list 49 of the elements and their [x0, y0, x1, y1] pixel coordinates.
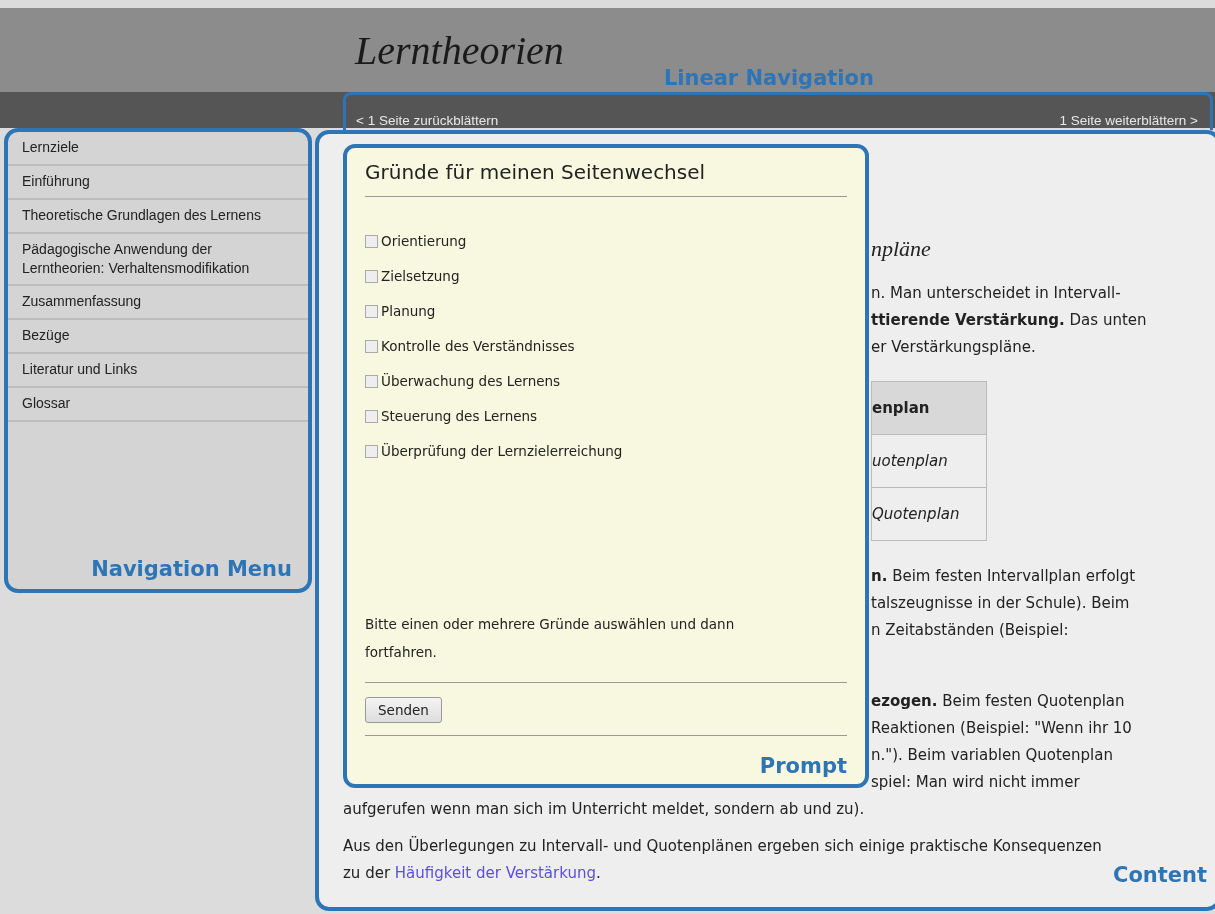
text-link[interactable]: Häufigkeit der Verstärkung: [394, 864, 596, 882]
menu-item[interactable]: Zusammenfassung: [8, 286, 308, 321]
checkbox-label: Planung: [381, 303, 436, 319]
previous-page-link[interactable]: < 1 Seite zurückblättern: [356, 113, 499, 128]
checkbox-label: Zielsetzung: [381, 268, 460, 284]
prompt-hint: Bitte einen oder mehrere Gründe auswählen und dann fortfahren.: [365, 615, 736, 662]
menu-item[interactable]: Bezüge: [8, 320, 308, 355]
checkbox-label: Kontrolle des Verständnisses: [381, 338, 575, 354]
text-line: ezogen. Beim festen Quotenplan: [871, 691, 1126, 712]
page-title: Lerntheorien: [355, 27, 564, 74]
text-line: aufgerufen wenn man sich im Unterricht meldet, sondern ab und zu).: [343, 799, 866, 820]
text-line: Reaktionen (Beispiel: "Wenn ihr 10: [871, 718, 1133, 739]
table-header-cell: enplan: [871, 381, 987, 435]
checkbox[interactable]: [365, 269, 378, 283]
next-page-link[interactable]: 1 Seite weiterblättern >: [1059, 113, 1198, 128]
annotation-label: Prompt: [759, 754, 847, 778]
menu-item[interactable]: Literatur und Links: [8, 354, 308, 389]
checkbox-label: Orientierung: [381, 233, 467, 249]
checkbox[interactable]: [365, 444, 378, 458]
text-line: n Zeitabständen (Beispiel:: [871, 620, 1070, 641]
text-line: talszeugnisse in der Schule). Beim: [871, 593, 1131, 614]
paragraph: Aus den Überlegungen zu Intervall- und Quotenplänen ergeben sich einige praktische Konsequenzen zu der Häufigkeit der Verstärkung.: [343, 835, 1103, 884]
checkbox[interactable]: [365, 409, 378, 423]
annotation-label: Linear Navigation: [663, 66, 874, 90]
menu-item[interactable]: Theoretische Grundlagen des Lernens: [8, 199, 308, 234]
text-line: n. Man unterscheidet in Intervall-: [871, 283, 1122, 304]
checkbox[interactable]: [365, 374, 378, 388]
table-cell: Quotenplan: [871, 487, 987, 541]
text-line: n. Beim festen Intervallplan erfolgt: [871, 566, 1137, 587]
checkbox-label: Überwachung des Lernens: [381, 373, 561, 389]
menu-item[interactable]: Lernziele: [8, 132, 308, 166]
menu-item[interactable]: Pädagogische Anwendung der Lerntheorien: Verhaltensmodifikation: [8, 233, 308, 287]
checkbox-label: Steuerung des Lernens: [381, 408, 538, 424]
checkbox[interactable]: [365, 234, 378, 248]
text-line: spiel: Man wird nicht immer: [871, 772, 1081, 793]
prompt-title: Gründe für meinen Seitenwechsel: [365, 160, 707, 186]
send-button[interactable]: Senden: [365, 697, 442, 723]
section-heading: npläne: [871, 236, 932, 262]
checkbox[interactable]: [365, 304, 378, 318]
annotation-label: Navigation Menu: [91, 557, 293, 583]
table-cell: uotenplan: [871, 434, 987, 488]
checkbox[interactable]: [365, 339, 378, 353]
text-line: er Verstärkungspläne.: [871, 337, 1037, 358]
menu-item[interactable]: Glossar: [8, 388, 308, 422]
text-line: n."). Beim variablen Quotenplan: [871, 745, 1114, 766]
menu-item[interactable]: Einführung: [8, 165, 308, 200]
checkbox-label: Überprüfung der Lernzielerreichung: [381, 443, 623, 459]
text-line: ttierende Verstärkung. Das unten: [871, 310, 1148, 331]
annotation-label: Content: [1113, 863, 1208, 887]
